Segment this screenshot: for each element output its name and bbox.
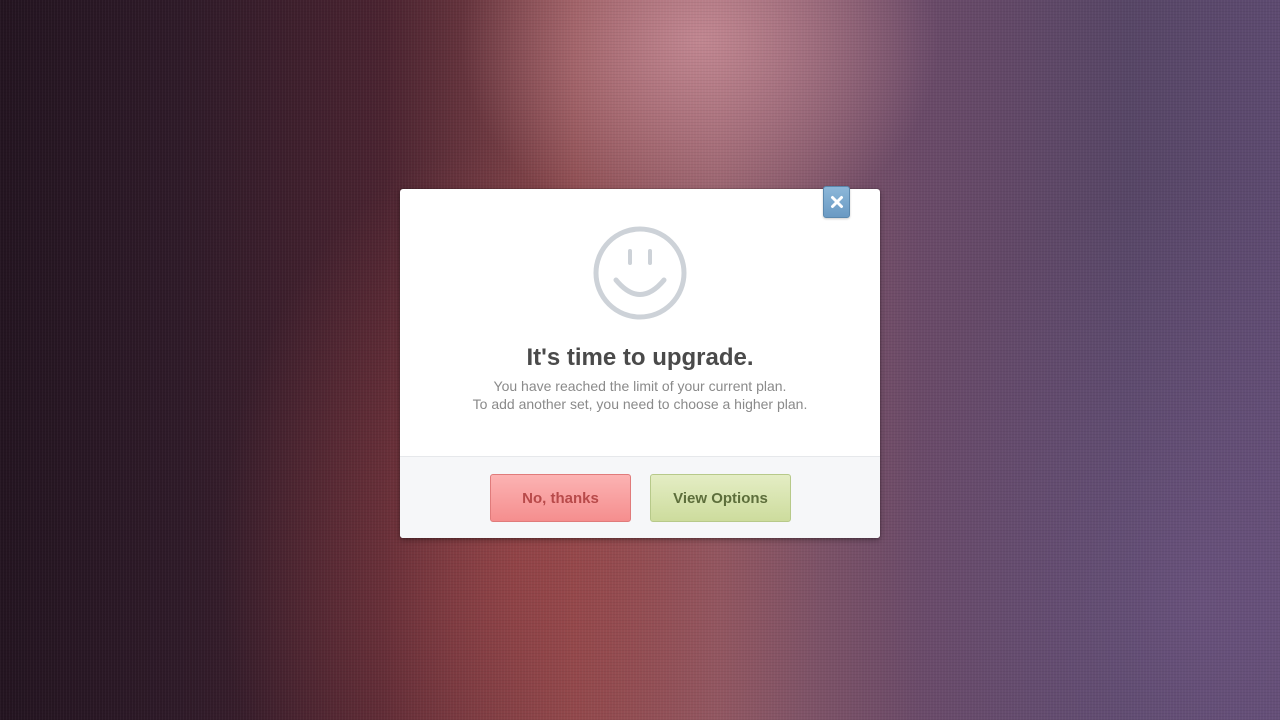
dialog-body: It's time to upgrade. You have reached t… bbox=[400, 189, 880, 456]
dialog-title: It's time to upgrade. bbox=[526, 344, 754, 371]
no-thanks-button[interactable]: No, thanks bbox=[490, 474, 631, 522]
upgrade-dialog: It's time to upgrade. You have reached t… bbox=[400, 186, 880, 538]
dialog-footer: No, thanks View Options bbox=[400, 456, 880, 538]
close-button[interactable] bbox=[823, 186, 850, 218]
view-options-button[interactable]: View Options bbox=[650, 474, 791, 522]
smiley-icon bbox=[593, 226, 687, 320]
dialog-message-line-2: To add another set, you need to choose a… bbox=[472, 396, 808, 412]
close-icon bbox=[831, 196, 843, 208]
dialog-message-line-1: You have reached the limit of your curre… bbox=[493, 378, 787, 394]
